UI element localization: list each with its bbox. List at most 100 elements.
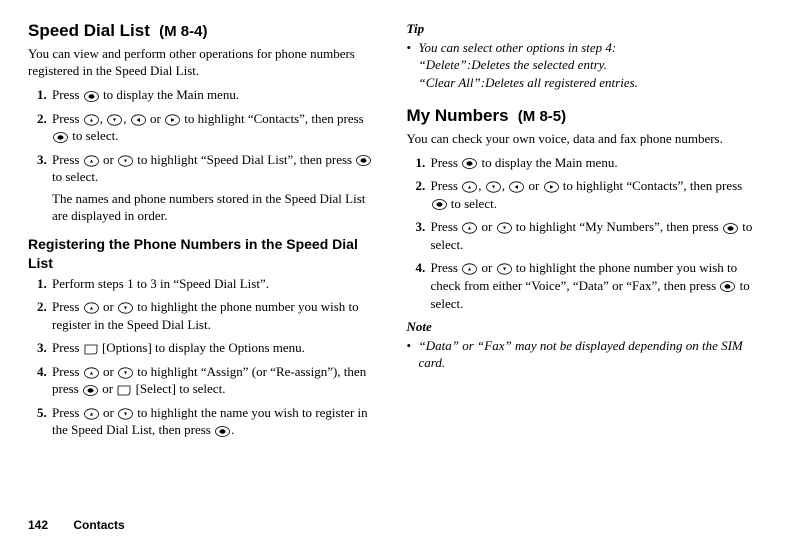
my-numbers-intro: You can check your own voice, data and f… xyxy=(407,130,758,148)
up-arrow-key-icon xyxy=(462,263,477,275)
speed-dial-menu-code: (M 8-4) xyxy=(159,23,207,40)
step-text: Press xyxy=(52,340,83,355)
down-arrow-key-icon xyxy=(486,181,501,193)
step-item: Press or to highlight the phone number y… xyxy=(50,298,379,333)
connector-text: , xyxy=(478,178,485,193)
step-text: to select. xyxy=(52,169,98,184)
up-arrow-key-icon xyxy=(84,408,99,420)
up-arrow-key-icon xyxy=(84,155,99,167)
step-text: to highlight “Contacts”, then press xyxy=(181,111,364,126)
page-number: 142 xyxy=(28,518,48,532)
note-heading: Note xyxy=(407,318,758,336)
registering-title: Registering the Phone Numbers in the Spe… xyxy=(28,235,379,273)
registering-steps: Perform steps 1 to 3 in “Speed Dial List… xyxy=(28,275,379,439)
down-arrow-key-icon xyxy=(118,302,133,314)
up-arrow-key-icon xyxy=(84,114,99,126)
step-item: Press , , or to highlight “Contacts”, th… xyxy=(50,110,379,145)
step-item: Press to display the Main menu. xyxy=(50,86,379,104)
step-item: Press or to highlight “My Numbers”, then… xyxy=(429,218,758,253)
step-item: Press to display the Main menu. xyxy=(429,154,758,172)
step-item: Press or to highlight “Speed Dial List”,… xyxy=(50,151,379,225)
step-item: Press or to highlight the name you wish … xyxy=(50,404,379,439)
connector-text: or xyxy=(100,299,117,314)
center-key-icon xyxy=(215,426,230,437)
up-arrow-key-icon xyxy=(462,181,477,193)
connector-text: or xyxy=(100,405,117,420)
step-text: . xyxy=(231,422,234,437)
center-key-icon xyxy=(723,223,738,234)
note-body: “Data” or “Fax” may not be displayed dep… xyxy=(407,337,758,372)
speed-dial-steps: Press to display the Main menu.Press , ,… xyxy=(28,86,379,225)
left-column: Speed Dial List (M 8-4) You can view and… xyxy=(28,20,379,445)
center-key-icon xyxy=(356,155,371,166)
connector-text: or xyxy=(99,381,116,396)
center-key-icon xyxy=(720,281,735,292)
right-arrow-key-icon xyxy=(544,181,559,193)
step-text: [Select] to select. xyxy=(132,381,225,396)
tip-line: “Delete”:Deletes the selected entry. xyxy=(419,56,758,74)
connector-text: or xyxy=(147,111,164,126)
connector-text: , xyxy=(502,178,509,193)
center-key-icon xyxy=(462,158,477,169)
down-arrow-key-icon xyxy=(497,263,512,275)
speed-dial-title: Speed Dial List xyxy=(28,21,150,40)
step-item: Press , , or to highlight “Contacts”, th… xyxy=(429,177,758,212)
center-key-icon xyxy=(83,385,98,396)
up-arrow-key-icon xyxy=(462,222,477,234)
center-key-icon xyxy=(432,199,447,210)
down-arrow-key-icon xyxy=(118,155,133,167)
step-text: Press xyxy=(431,178,462,193)
down-arrow-key-icon xyxy=(107,114,122,126)
step-text: Press xyxy=(52,152,83,167)
right-column: Tip You can select other options in step… xyxy=(407,20,758,445)
step-text: Press xyxy=(52,364,83,379)
step-text: Press xyxy=(52,299,83,314)
step-item: Press or to highlight “Assign” (or “Re-a… xyxy=(50,363,379,398)
speed-dial-intro: You can view and perform other operation… xyxy=(28,45,379,80)
tip-heading: Tip xyxy=(407,20,758,38)
connector-text: or xyxy=(478,260,495,275)
connector-text: , xyxy=(100,111,107,126)
step-text: to highlight “Contacts”, then press xyxy=(560,178,743,193)
step-text: Press xyxy=(431,219,462,234)
page-footer: 142 Contacts xyxy=(28,517,125,533)
tip-line: You can select other options in step 4: xyxy=(419,39,758,57)
step-text: Press xyxy=(52,111,83,126)
step-text: to highlight “Speed Dial List”, then pre… xyxy=(134,152,355,167)
softkey-icon xyxy=(84,344,98,355)
down-arrow-key-icon xyxy=(497,222,512,234)
step-text: Press xyxy=(52,87,83,102)
step-text: Press xyxy=(431,155,462,170)
connector-text: , xyxy=(123,111,130,126)
tip-line: “Clear All”:Deletes all registered entri… xyxy=(419,74,758,92)
step-text: to display the Main menu. xyxy=(100,87,239,102)
step-item: Perform steps 1 to 3 in “Speed Dial List… xyxy=(50,275,379,293)
step-text: to select. xyxy=(448,196,497,211)
step-item: Press [Options] to display the Options m… xyxy=(50,339,379,357)
up-arrow-key-icon xyxy=(84,302,99,314)
step-text: Press xyxy=(431,260,462,275)
down-arrow-key-icon xyxy=(118,408,133,420)
step-text: to select. xyxy=(69,128,118,143)
my-numbers-title: My Numbers xyxy=(407,106,509,125)
connector-text: or xyxy=(100,152,117,167)
footer-section: Contacts xyxy=(73,518,124,532)
step-text: to display the Main menu. xyxy=(478,155,617,170)
center-key-icon xyxy=(84,91,99,102)
connector-text: or xyxy=(525,178,542,193)
left-arrow-key-icon xyxy=(509,181,524,193)
step-extra-text: The names and phone numbers stored in th… xyxy=(52,190,379,225)
connector-text: or xyxy=(100,364,117,379)
up-arrow-key-icon xyxy=(84,367,99,379)
my-numbers-menu-code: (M 8-5) xyxy=(518,108,566,125)
left-arrow-key-icon xyxy=(131,114,146,126)
right-arrow-key-icon xyxy=(165,114,180,126)
step-item: Press or to highlight the phone number y… xyxy=(429,259,758,312)
step-text: Perform steps 1 to 3 in “Speed Dial List… xyxy=(52,276,269,291)
step-text: Press xyxy=(52,405,83,420)
tip-body: You can select other options in step 4: … xyxy=(407,39,758,92)
step-text: to highlight “My Numbers”, then press xyxy=(513,219,722,234)
connector-text: or xyxy=(478,219,495,234)
center-key-icon xyxy=(53,132,68,143)
down-arrow-key-icon xyxy=(118,367,133,379)
